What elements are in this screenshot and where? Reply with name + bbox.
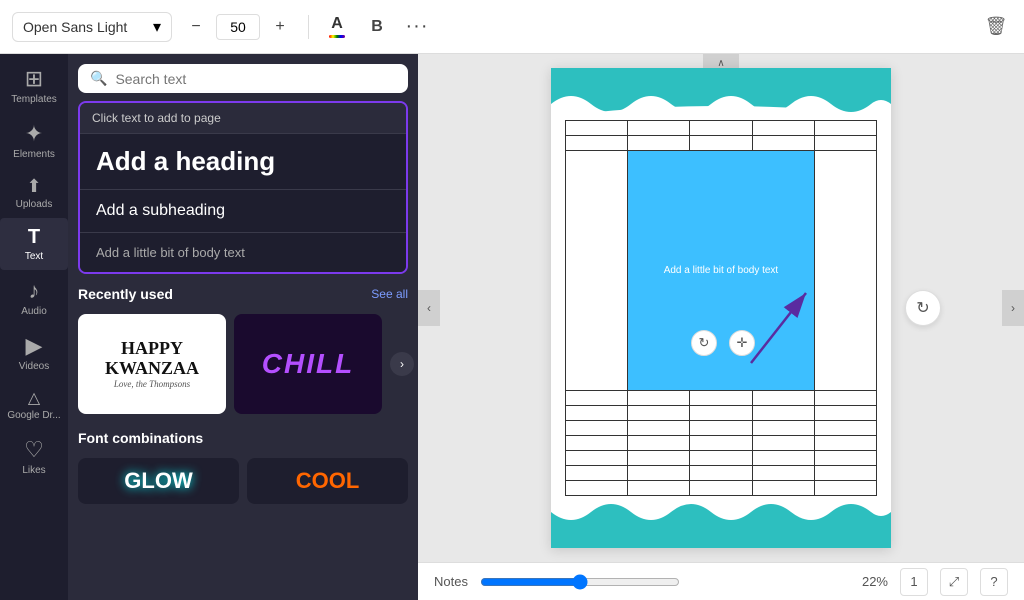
font-size-increase-button[interactable]: + — [264, 11, 296, 43]
likes-icon: ♡ — [24, 437, 44, 463]
kwanzaa-subtitle: Love, the Thompsons — [114, 379, 190, 389]
text-color-letter: A — [331, 15, 343, 33]
chevron-down-icon: ▾ — [153, 17, 161, 37]
search-icon: 🔍 — [90, 70, 107, 87]
toolbar: Open Sans Light ▾ − + A B ··· 🗑 — [0, 0, 1024, 54]
font-name-label: Open Sans Light — [23, 19, 127, 35]
help-button[interactable]: ? — [980, 568, 1008, 596]
font-selector[interactable]: Open Sans Light ▾ — [12, 12, 172, 42]
doc-bottom-decoration — [551, 500, 891, 548]
table-row — [566, 466, 877, 481]
move-text-button[interactable]: ✛ — [729, 330, 755, 356]
canvas-scroll-right-button[interactable]: › — [1002, 290, 1024, 326]
canvas-area: ‹ › ∧ — [418, 54, 1024, 600]
text-edit-controls: ↻ ✛ — [691, 330, 755, 356]
uploads-icon: ⬆ — [26, 176, 41, 197]
sidebar-item-audio[interactable]: ♪ Audio — [0, 270, 68, 325]
see-all-button[interactable]: See all — [371, 287, 408, 301]
table-row — [566, 121, 877, 136]
table-row — [566, 421, 877, 436]
sidebar-item-text[interactable]: T Text — [0, 218, 68, 270]
googledrive-icon: △ — [28, 388, 40, 408]
font-size-input[interactable] — [216, 14, 260, 40]
template-chill-card[interactable]: CHILL — [234, 314, 382, 414]
googledrive-label: Google Dr... — [7, 410, 60, 421]
bold-button[interactable]: B — [361, 11, 393, 43]
templates-label: Templates — [11, 94, 57, 105]
likes-label: Likes — [22, 465, 45, 476]
selected-text-content: Add a little bit of body text — [664, 265, 779, 276]
sidebar: ⊞ Templates ✦ Elements ⬆ Uploads T Text … — [0, 54, 68, 600]
text-options-box: Click text to add to page Add a heading … — [78, 101, 408, 274]
font-combo-cool-card[interactable]: COOL — [247, 458, 408, 504]
table-row — [566, 481, 877, 496]
kwanzaa-title: HAPPYKWANZAA — [105, 339, 199, 379]
fullscreen-button[interactable]: ⤢ — [940, 568, 968, 596]
canvas-scroll-left-button[interactable]: ‹ — [418, 290, 440, 326]
font-combo-glow-card[interactable]: GLOW — [78, 458, 239, 504]
notes-label: Notes — [434, 574, 468, 589]
add-heading-button[interactable]: Add a heading — [80, 133, 406, 189]
uploads-label: Uploads — [16, 199, 53, 210]
text-options-header: Click text to add to page — [80, 103, 406, 133]
videos-label: Videos — [19, 361, 49, 372]
add-body-text-button[interactable]: Add a little bit of body text — [80, 232, 406, 272]
text-color-bar — [329, 35, 345, 38]
elements-icon: ✦ — [25, 121, 43, 147]
carousel-next-button[interactable]: › — [390, 352, 414, 376]
search-box: 🔍 — [78, 64, 408, 93]
bottom-bar: Notes 22% 1 ⤢ ? — [418, 562, 1024, 600]
template-kwanzaa-card[interactable]: HAPPYKWANZAA Love, the Thompsons — [78, 314, 226, 414]
rotate-tool-button[interactable]: ↻ — [905, 290, 941, 326]
zoom-label: 22% — [862, 574, 888, 589]
font-combo-preview: GLOW COOL — [78, 458, 408, 504]
rotate-text-button[interactable]: ↻ — [691, 330, 717, 356]
canvas-scroll-area[interactable]: ‹ › ∧ — [418, 54, 1024, 562]
table-row — [566, 436, 877, 451]
font-combinations-title: Font combinations — [78, 430, 203, 446]
cool-text: COOL — [296, 468, 360, 494]
recently-used-header: Recently used See all — [78, 282, 408, 306]
sidebar-item-videos[interactable]: ▶ Videos — [0, 325, 68, 380]
sidebar-item-elements[interactable]: ✦ Elements — [0, 113, 68, 168]
font-combinations-header: Font combinations — [78, 426, 408, 450]
table-row — [566, 451, 877, 466]
notes-scrubber[interactable] — [480, 574, 680, 590]
text-icon: T — [28, 226, 40, 249]
templates-icon: ⊞ — [25, 66, 43, 92]
canvas-document: Add a little bit of body text — [551, 68, 891, 548]
page-number-button[interactable]: 1 — [900, 568, 928, 596]
text-color-button[interactable]: A — [321, 11, 353, 43]
chill-text: CHILL — [262, 348, 354, 380]
table-row — [566, 136, 877, 151]
table-row — [566, 391, 877, 406]
main-area: ⊞ Templates ✦ Elements ⬆ Uploads T Text … — [0, 54, 1024, 600]
font-size-decrease-button[interactable]: − — [180, 11, 212, 43]
text-label: Text — [25, 251, 43, 262]
table-row — [566, 406, 877, 421]
search-input[interactable] — [115, 71, 396, 87]
doc-table: Add a little bit of body text — [565, 120, 877, 496]
videos-icon: ▶ — [26, 333, 43, 359]
sidebar-item-uploads[interactable]: ⬆ Uploads — [0, 168, 68, 218]
sidebar-item-googledrive[interactable]: △ Google Dr... — [0, 380, 68, 429]
font-combinations-section: Font combinations GLOW COOL — [78, 426, 408, 504]
table-area: Add a little bit of body text — [565, 120, 877, 496]
delete-button[interactable]: 🗑 — [980, 11, 1012, 43]
more-options-button[interactable]: ··· — [401, 11, 433, 43]
audio-label: Audio — [21, 306, 47, 317]
glow-text: GLOW — [124, 468, 192, 494]
recently-used-list: HAPPYKWANZAA Love, the Thompsons CHILL › — [78, 314, 408, 414]
toolbar-divider — [308, 15, 309, 39]
font-size-group: − + — [180, 11, 296, 43]
recently-used-title: Recently used — [78, 286, 173, 302]
sidebar-item-templates[interactable]: ⊞ Templates — [0, 58, 68, 113]
doc-top-decoration — [551, 68, 891, 116]
text-panel: 🔍 Click text to add to page Add a headin… — [68, 54, 418, 600]
elements-label: Elements — [13, 149, 55, 160]
audio-icon: ♪ — [29, 278, 40, 304]
add-subheading-button[interactable]: Add a subheading — [80, 189, 406, 232]
sidebar-item-likes[interactable]: ♡ Likes — [0, 429, 68, 484]
